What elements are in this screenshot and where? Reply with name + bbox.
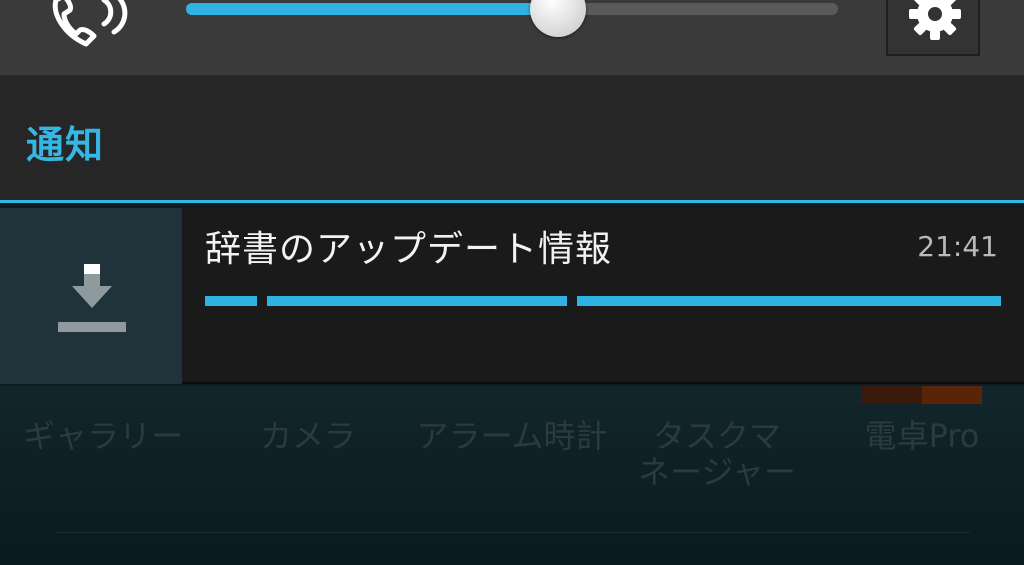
notifications-title: 通知 (26, 123, 105, 167)
progress-segment (577, 296, 1001, 306)
app-icon-partial (862, 386, 982, 404)
settings-button[interactable] (886, 0, 980, 56)
notification-item[interactable]: 辞書のアップデート情報 21:41 (0, 208, 1024, 384)
gear-icon (909, 0, 961, 40)
app-label-task-manager: タスクマ ネージャー (638, 417, 796, 491)
notification-title: 辞書のアップデート情報 (205, 229, 613, 270)
notification-time: 21:41 (917, 230, 998, 263)
progress-segment (267, 296, 567, 306)
indeterminate-progress-bar (205, 296, 1001, 306)
download-icon (58, 264, 126, 332)
dock-divider (56, 532, 970, 533)
notification-shade: ギャラリー カメラ アラーム時計 タスクマ ネージャー 電卓Pro 通知 辞書の… (0, 0, 1024, 565)
volume-slider[interactable] (186, 0, 838, 37)
app-label-calculator: 電卓Pro (864, 417, 980, 455)
app-label-alarm: アラーム時計 (416, 417, 608, 455)
volume-slider-thumb[interactable] (530, 0, 586, 37)
progress-segment (205, 296, 257, 306)
volume-control-row (0, 0, 1024, 76)
notifications-header: 通知 (0, 76, 1024, 202)
home-screen-background: ギャラリー カメラ アラーム時計 タスクマ ネージャー 電卓Pro (0, 386, 1024, 565)
app-label-gallery: ギャラリー (22, 417, 183, 455)
header-divider (0, 200, 1024, 203)
app-label-camera: カメラ (259, 417, 356, 455)
phone-volume-icon[interactable] (46, 0, 142, 52)
volume-slider-fill (186, 3, 558, 15)
notification-icon-tile (0, 208, 182, 384)
